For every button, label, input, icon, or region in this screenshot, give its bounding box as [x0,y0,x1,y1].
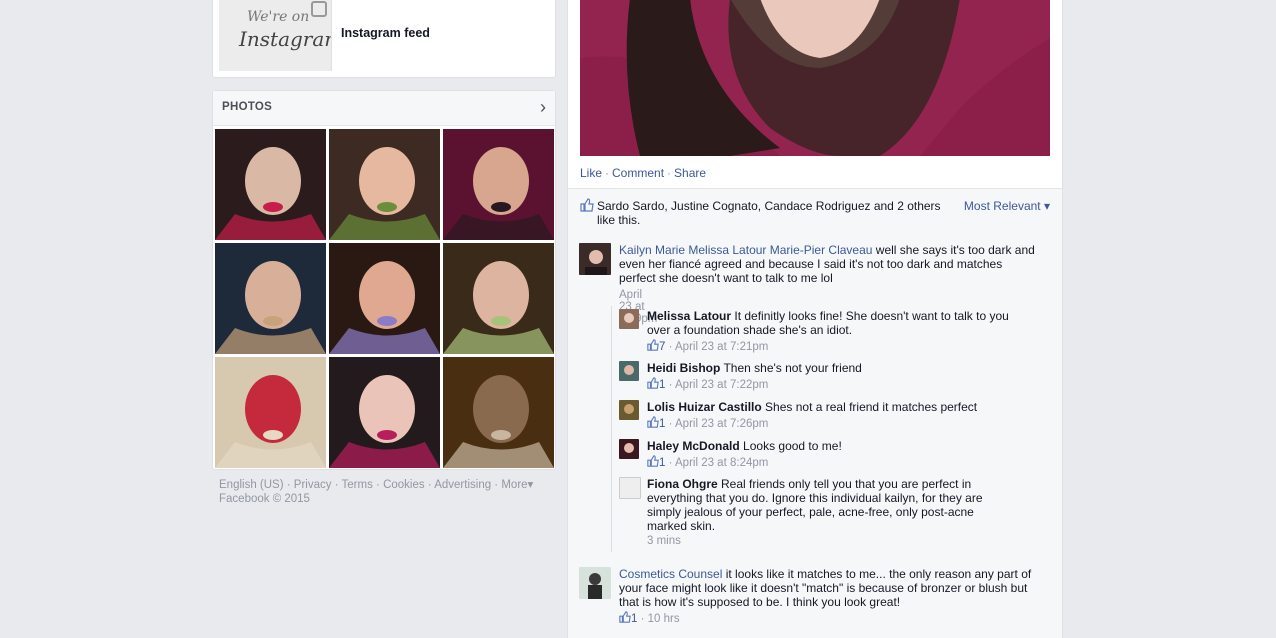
reply-timestamp[interactable]: April 23 at 7:22pm [675,379,768,391]
reply-meta: 7 · April 23 at 7:21pm [647,339,768,353]
photo-thumbnail[interactable] [443,357,554,468]
reply-body: Shes not a real friend it matches perfec… [765,400,978,414]
instagram-logo-line2: Instagram [239,27,331,51]
footer-link-cookies[interactable]: Cookies [383,479,425,491]
footer-copyright: Facebook © 2015 [219,493,310,505]
sort-label: Most Relevant [963,199,1041,213]
reply-meta: 1 · April 23 at 7:26pm [647,416,768,430]
likes-text[interactable]: Sardo Sardo, Justine Cognato, Candace Ro… [597,199,947,227]
reply-timestamp[interactable]: April 23 at 8:24pm [675,457,768,469]
reply-thread-line [611,306,612,552]
comment-author[interactable]: Cosmetics Counsel [619,567,722,581]
thumbs-up-icon [619,611,631,623]
thumbs-up-icon [647,416,659,428]
reply-meta: 1 · April 23 at 8:24pm [647,455,768,469]
post-photo[interactable] [580,0,1050,156]
comment-like-count[interactable]: 1 [631,613,637,625]
reply-author[interactable]: Haley McDonald [647,439,740,453]
reply-meta: 1 · April 23 at 7:22pm [647,377,768,391]
photo-thumbnail[interactable] [329,243,440,354]
photo-thumbnail[interactable] [329,357,440,468]
avatar[interactable] [579,567,611,599]
chevron-right-icon[interactable]: › [540,97,546,118]
caret-down-icon: ▾ [1043,199,1050,213]
photos-header[interactable]: PHOTOS › [213,91,555,126]
instagram-logo[interactable]: We're on Instagram [219,0,332,71]
footer-link-language[interactable]: English (US) [219,479,284,491]
post-actions: Like · Comment · Share [580,166,707,180]
photos-card: PHOTOS › [212,90,556,470]
avatar[interactable] [619,309,639,329]
comment-author[interactable]: Kailyn Marie [619,243,685,257]
comment-tags[interactable]: Melissa Latour Marie-Pier Claveau [688,243,872,257]
reply-body: Looks good to me! [743,439,842,453]
comment-meta: 1 · 10 hrs [619,611,680,625]
photo-thumbnail[interactable] [215,243,326,354]
thumbs-up-icon [580,198,594,212]
post-body: Like · Comment · Share [568,0,1062,189]
camera-icon [311,1,327,17]
avatar[interactable] [619,477,641,499]
avatar[interactable] [579,243,611,275]
photo-thumbnail[interactable] [443,129,554,240]
avatar[interactable] [619,439,639,459]
like-link[interactable]: Like [580,166,602,180]
comment-timestamp[interactable]: 10 hrs [648,613,680,625]
reply-author[interactable]: Melissa Latour [647,309,731,323]
share-link[interactable]: Share [674,166,706,180]
thumbs-up-icon [647,339,659,351]
photo-thumbnail[interactable] [329,129,440,240]
photos-title[interactable]: PHOTOS [222,101,272,113]
reply-timestamp[interactable]: April 23 at 7:21pm [675,341,768,353]
post-photo-image [580,0,1050,156]
reply-author[interactable]: Lolis Huizar Castillo [647,400,762,414]
comment-text: Kailyn Marie Melissa Latour Marie-Pier C… [619,243,1039,285]
page-footer: English (US) · Privacy · Terms · Cookies… [219,479,534,505]
comment-text: Cosmetics Counsel it looks like it match… [619,567,1039,609]
instagram-feed-title[interactable]: Instagram feed [341,26,430,40]
footer-link-advertising[interactable]: Advertising [434,479,491,491]
reply-like-count[interactable]: 1 [659,457,665,469]
caret-down-icon[interactable]: ▾ [528,479,534,491]
photo-thumbnail[interactable] [215,129,326,240]
photo-thumbnail[interactable] [443,243,554,354]
comment-link[interactable]: Comment [612,166,664,180]
sort-comments-dropdown[interactable]: Most Relevant ▾ [964,199,1050,213]
instagram-logo-line1: We're on [247,9,310,25]
reply-timestamp[interactable]: April 23 at 7:26pm [675,418,768,430]
thumbs-up-icon [647,377,659,389]
reply-body: Then she's not your friend [723,361,862,375]
avatar[interactable] [619,361,639,381]
reply-author[interactable]: Heidi Bishop [647,361,720,375]
footer-link-terms[interactable]: Terms [342,479,373,491]
reply-like-count[interactable]: 1 [659,418,665,430]
avatar[interactable] [619,400,639,420]
instagram-feed-card[interactable]: We're on Instagram Instagram feed [212,0,556,78]
thumbs-up-icon [647,455,659,467]
reply-author[interactable]: Fiona Ohgre [647,477,718,491]
photo-thumbnail[interactable] [215,357,326,468]
reply-like-count[interactable]: 1 [659,379,665,391]
footer-link-more[interactable]: More [501,479,527,491]
reply-like-count[interactable]: 7 [659,341,665,353]
reply-timestamp[interactable]: 3 mins [647,535,681,547]
footer-link-privacy[interactable]: Privacy [294,479,332,491]
